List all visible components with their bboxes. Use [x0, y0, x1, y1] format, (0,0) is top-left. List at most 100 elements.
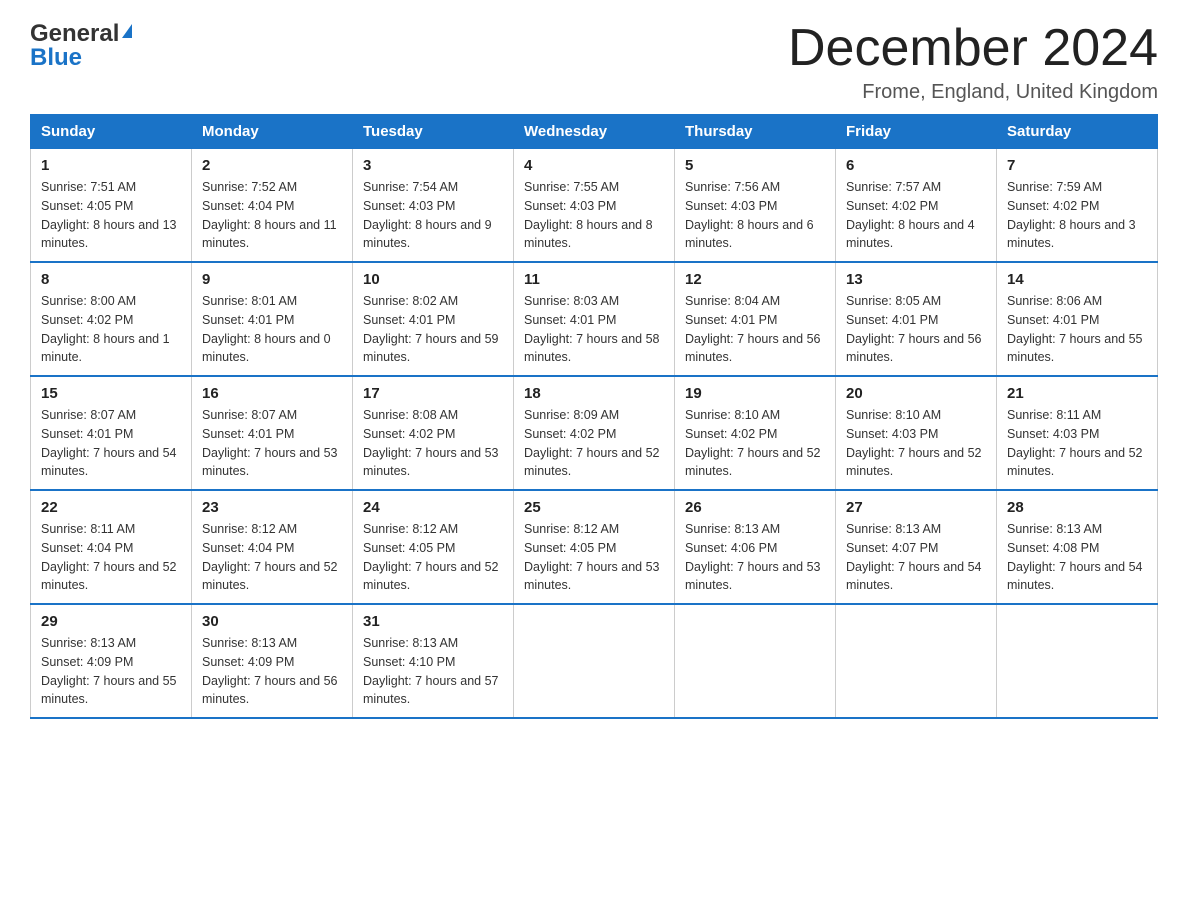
day-info: Sunrise: 8:13 AM Sunset: 4:08 PM Dayligh…	[1007, 520, 1147, 595]
day-cell: 20 Sunrise: 8:10 AM Sunset: 4:03 PM Dayl…	[836, 376, 997, 490]
day-cell: 7 Sunrise: 7:59 AM Sunset: 4:02 PM Dayli…	[997, 149, 1158, 263]
day-number: 10	[363, 271, 503, 288]
day-number: 30	[202, 613, 342, 630]
header-monday: Monday	[192, 115, 353, 149]
day-info: Sunrise: 8:00 AM Sunset: 4:02 PM Dayligh…	[41, 292, 181, 367]
day-number: 18	[524, 385, 664, 402]
day-cell: 29 Sunrise: 8:13 AM Sunset: 4:09 PM Dayl…	[31, 604, 192, 718]
header-wednesday: Wednesday	[514, 115, 675, 149]
week-row-3: 15 Sunrise: 8:07 AM Sunset: 4:01 PM Dayl…	[31, 376, 1158, 490]
day-cell: 1 Sunrise: 7:51 AM Sunset: 4:05 PM Dayli…	[31, 149, 192, 263]
page-header: General Blue December 2024 Frome, Englan…	[30, 20, 1158, 104]
location: Frome, England, United Kingdom	[788, 81, 1158, 104]
day-info: Sunrise: 8:05 AM Sunset: 4:01 PM Dayligh…	[846, 292, 986, 367]
day-info: Sunrise: 8:08 AM Sunset: 4:02 PM Dayligh…	[363, 406, 503, 481]
day-number: 3	[363, 157, 503, 174]
day-cell	[514, 604, 675, 718]
week-row-2: 8 Sunrise: 8:00 AM Sunset: 4:02 PM Dayli…	[31, 262, 1158, 376]
day-cell: 9 Sunrise: 8:01 AM Sunset: 4:01 PM Dayli…	[192, 262, 353, 376]
day-number: 13	[846, 271, 986, 288]
day-number: 12	[685, 271, 825, 288]
day-info: Sunrise: 8:01 AM Sunset: 4:01 PM Dayligh…	[202, 292, 342, 367]
day-number: 9	[202, 271, 342, 288]
calendar-table: SundayMondayTuesdayWednesdayThursdayFrid…	[30, 114, 1158, 719]
day-info: Sunrise: 8:10 AM Sunset: 4:03 PM Dayligh…	[846, 406, 986, 481]
month-title: December 2024	[788, 20, 1158, 77]
day-info: Sunrise: 7:51 AM Sunset: 4:05 PM Dayligh…	[41, 178, 181, 253]
day-cell: 28 Sunrise: 8:13 AM Sunset: 4:08 PM Dayl…	[997, 490, 1158, 604]
day-cell: 22 Sunrise: 8:11 AM Sunset: 4:04 PM Dayl…	[31, 490, 192, 604]
day-number: 20	[846, 385, 986, 402]
header-tuesday: Tuesday	[353, 115, 514, 149]
logo-blue-text: Blue	[30, 44, 82, 72]
day-cell	[675, 604, 836, 718]
day-info: Sunrise: 8:02 AM Sunset: 4:01 PM Dayligh…	[363, 292, 503, 367]
day-number: 26	[685, 499, 825, 516]
day-number: 23	[202, 499, 342, 516]
title-block: December 2024 Frome, England, United Kin…	[788, 20, 1158, 104]
day-number: 29	[41, 613, 181, 630]
day-number: 5	[685, 157, 825, 174]
day-number: 17	[363, 385, 503, 402]
day-info: Sunrise: 8:11 AM Sunset: 4:03 PM Dayligh…	[1007, 406, 1147, 481]
day-number: 19	[685, 385, 825, 402]
day-cell: 4 Sunrise: 7:55 AM Sunset: 4:03 PM Dayli…	[514, 149, 675, 263]
day-number: 25	[524, 499, 664, 516]
day-info: Sunrise: 8:09 AM Sunset: 4:02 PM Dayligh…	[524, 406, 664, 481]
day-cell: 16 Sunrise: 8:07 AM Sunset: 4:01 PM Dayl…	[192, 376, 353, 490]
day-number: 15	[41, 385, 181, 402]
day-info: Sunrise: 7:54 AM Sunset: 4:03 PM Dayligh…	[363, 178, 503, 253]
day-info: Sunrise: 7:56 AM Sunset: 4:03 PM Dayligh…	[685, 178, 825, 253]
day-cell: 10 Sunrise: 8:02 AM Sunset: 4:01 PM Dayl…	[353, 262, 514, 376]
day-info: Sunrise: 8:12 AM Sunset: 4:05 PM Dayligh…	[524, 520, 664, 595]
day-cell	[997, 604, 1158, 718]
week-row-1: 1 Sunrise: 7:51 AM Sunset: 4:05 PM Dayli…	[31, 149, 1158, 263]
calendar-body: 1 Sunrise: 7:51 AM Sunset: 4:05 PM Dayli…	[31, 149, 1158, 719]
day-info: Sunrise: 8:13 AM Sunset: 4:09 PM Dayligh…	[41, 634, 181, 709]
day-info: Sunrise: 8:06 AM Sunset: 4:01 PM Dayligh…	[1007, 292, 1147, 367]
day-info: Sunrise: 7:52 AM Sunset: 4:04 PM Dayligh…	[202, 178, 342, 253]
day-cell: 18 Sunrise: 8:09 AM Sunset: 4:02 PM Dayl…	[514, 376, 675, 490]
week-row-4: 22 Sunrise: 8:11 AM Sunset: 4:04 PM Dayl…	[31, 490, 1158, 604]
day-info: Sunrise: 7:59 AM Sunset: 4:02 PM Dayligh…	[1007, 178, 1147, 253]
day-info: Sunrise: 7:57 AM Sunset: 4:02 PM Dayligh…	[846, 178, 986, 253]
day-info: Sunrise: 8:07 AM Sunset: 4:01 PM Dayligh…	[41, 406, 181, 481]
day-number: 2	[202, 157, 342, 174]
header-thursday: Thursday	[675, 115, 836, 149]
day-cell: 27 Sunrise: 8:13 AM Sunset: 4:07 PM Dayl…	[836, 490, 997, 604]
day-cell: 19 Sunrise: 8:10 AM Sunset: 4:02 PM Dayl…	[675, 376, 836, 490]
day-cell: 6 Sunrise: 7:57 AM Sunset: 4:02 PM Dayli…	[836, 149, 997, 263]
day-cell: 24 Sunrise: 8:12 AM Sunset: 4:05 PM Dayl…	[353, 490, 514, 604]
day-cell: 17 Sunrise: 8:08 AM Sunset: 4:02 PM Dayl…	[353, 376, 514, 490]
day-number: 24	[363, 499, 503, 516]
day-info: Sunrise: 8:04 AM Sunset: 4:01 PM Dayligh…	[685, 292, 825, 367]
day-number: 6	[846, 157, 986, 174]
day-info: Sunrise: 8:13 AM Sunset: 4:10 PM Dayligh…	[363, 634, 503, 709]
day-cell: 13 Sunrise: 8:05 AM Sunset: 4:01 PM Dayl…	[836, 262, 997, 376]
day-cell: 2 Sunrise: 7:52 AM Sunset: 4:04 PM Dayli…	[192, 149, 353, 263]
day-number: 16	[202, 385, 342, 402]
day-cell: 25 Sunrise: 8:12 AM Sunset: 4:05 PM Dayl…	[514, 490, 675, 604]
day-info: Sunrise: 8:12 AM Sunset: 4:04 PM Dayligh…	[202, 520, 342, 595]
calendar-header: SundayMondayTuesdayWednesdayThursdayFrid…	[31, 115, 1158, 149]
header-sunday: Sunday	[31, 115, 192, 149]
day-number: 27	[846, 499, 986, 516]
header-saturday: Saturday	[997, 115, 1158, 149]
day-cell: 12 Sunrise: 8:04 AM Sunset: 4:01 PM Dayl…	[675, 262, 836, 376]
day-number: 8	[41, 271, 181, 288]
day-cell: 21 Sunrise: 8:11 AM Sunset: 4:03 PM Dayl…	[997, 376, 1158, 490]
day-info: Sunrise: 8:12 AM Sunset: 4:05 PM Dayligh…	[363, 520, 503, 595]
day-info: Sunrise: 8:07 AM Sunset: 4:01 PM Dayligh…	[202, 406, 342, 481]
day-cell	[836, 604, 997, 718]
day-cell: 3 Sunrise: 7:54 AM Sunset: 4:03 PM Dayli…	[353, 149, 514, 263]
header-friday: Friday	[836, 115, 997, 149]
day-cell: 31 Sunrise: 8:13 AM Sunset: 4:10 PM Dayl…	[353, 604, 514, 718]
day-info: Sunrise: 8:13 AM Sunset: 4:07 PM Dayligh…	[846, 520, 986, 595]
logo: General Blue	[30, 20, 132, 72]
day-number: 22	[41, 499, 181, 516]
day-cell: 23 Sunrise: 8:12 AM Sunset: 4:04 PM Dayl…	[192, 490, 353, 604]
day-cell: 26 Sunrise: 8:13 AM Sunset: 4:06 PM Dayl…	[675, 490, 836, 604]
day-number: 14	[1007, 271, 1147, 288]
day-number: 1	[41, 157, 181, 174]
day-cell: 5 Sunrise: 7:56 AM Sunset: 4:03 PM Dayli…	[675, 149, 836, 263]
